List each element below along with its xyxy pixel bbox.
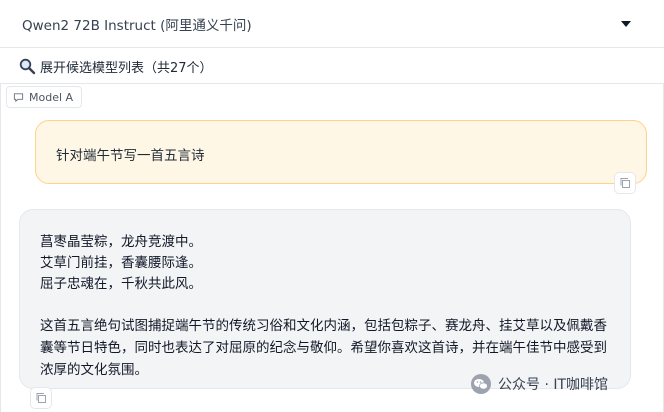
expand-model-list-toggle[interactable]: 展开候选模型列表（共27个） xyxy=(0,48,664,84)
model-select-dropdown[interactable]: Qwen2 72B Instruct (阿里通义千问) xyxy=(0,0,664,48)
user-message-text: 针对端午节写一首五言诗 xyxy=(56,148,205,164)
poem-line: 艾草门前挂，香囊腰际逢。 xyxy=(40,255,202,271)
copy-icon xyxy=(620,178,630,188)
poem-line: 菖枣晶莹粽，龙舟竞渡中。 xyxy=(40,234,202,250)
search-icon xyxy=(19,58,36,75)
model-label-badge: Model A xyxy=(6,86,83,108)
chat-bubble-icon xyxy=(13,92,24,102)
model-select-value: Qwen2 72B Instruct (阿里通义千问) xyxy=(22,18,252,34)
watermark-text: 公众号 · IT咖啡馆 xyxy=(498,377,609,393)
copy-user-message-button[interactable] xyxy=(614,172,636,194)
poem-line: 屈子忠魂在，千秋共此风。 xyxy=(40,276,202,292)
chevron-down-icon[interactable] xyxy=(621,21,631,27)
copy-icon xyxy=(36,393,46,403)
expand-model-list-label: 展开候选模型列表（共27个） xyxy=(40,61,213,76)
watermark: 公众号 · IT咖啡馆 xyxy=(470,372,608,396)
wechat-icon xyxy=(471,374,491,394)
copy-assistant-message-button[interactable] xyxy=(30,387,52,409)
model-label-text: Model A xyxy=(29,90,74,104)
assistant-message-bubble: 菖枣晶莹粽，龙舟竞渡中。 艾草门前挂，香囊腰际逢。 屈子忠魂在，千秋共此风。 这… xyxy=(19,209,631,389)
assistant-poem: 菖枣晶莹粽，龙舟竞渡中。 艾草门前挂，香囊腰际逢。 屈子忠魂在，千秋共此风。 xyxy=(40,232,202,295)
user-message-bubble: 针对端午节写一首五言诗 xyxy=(35,120,647,184)
